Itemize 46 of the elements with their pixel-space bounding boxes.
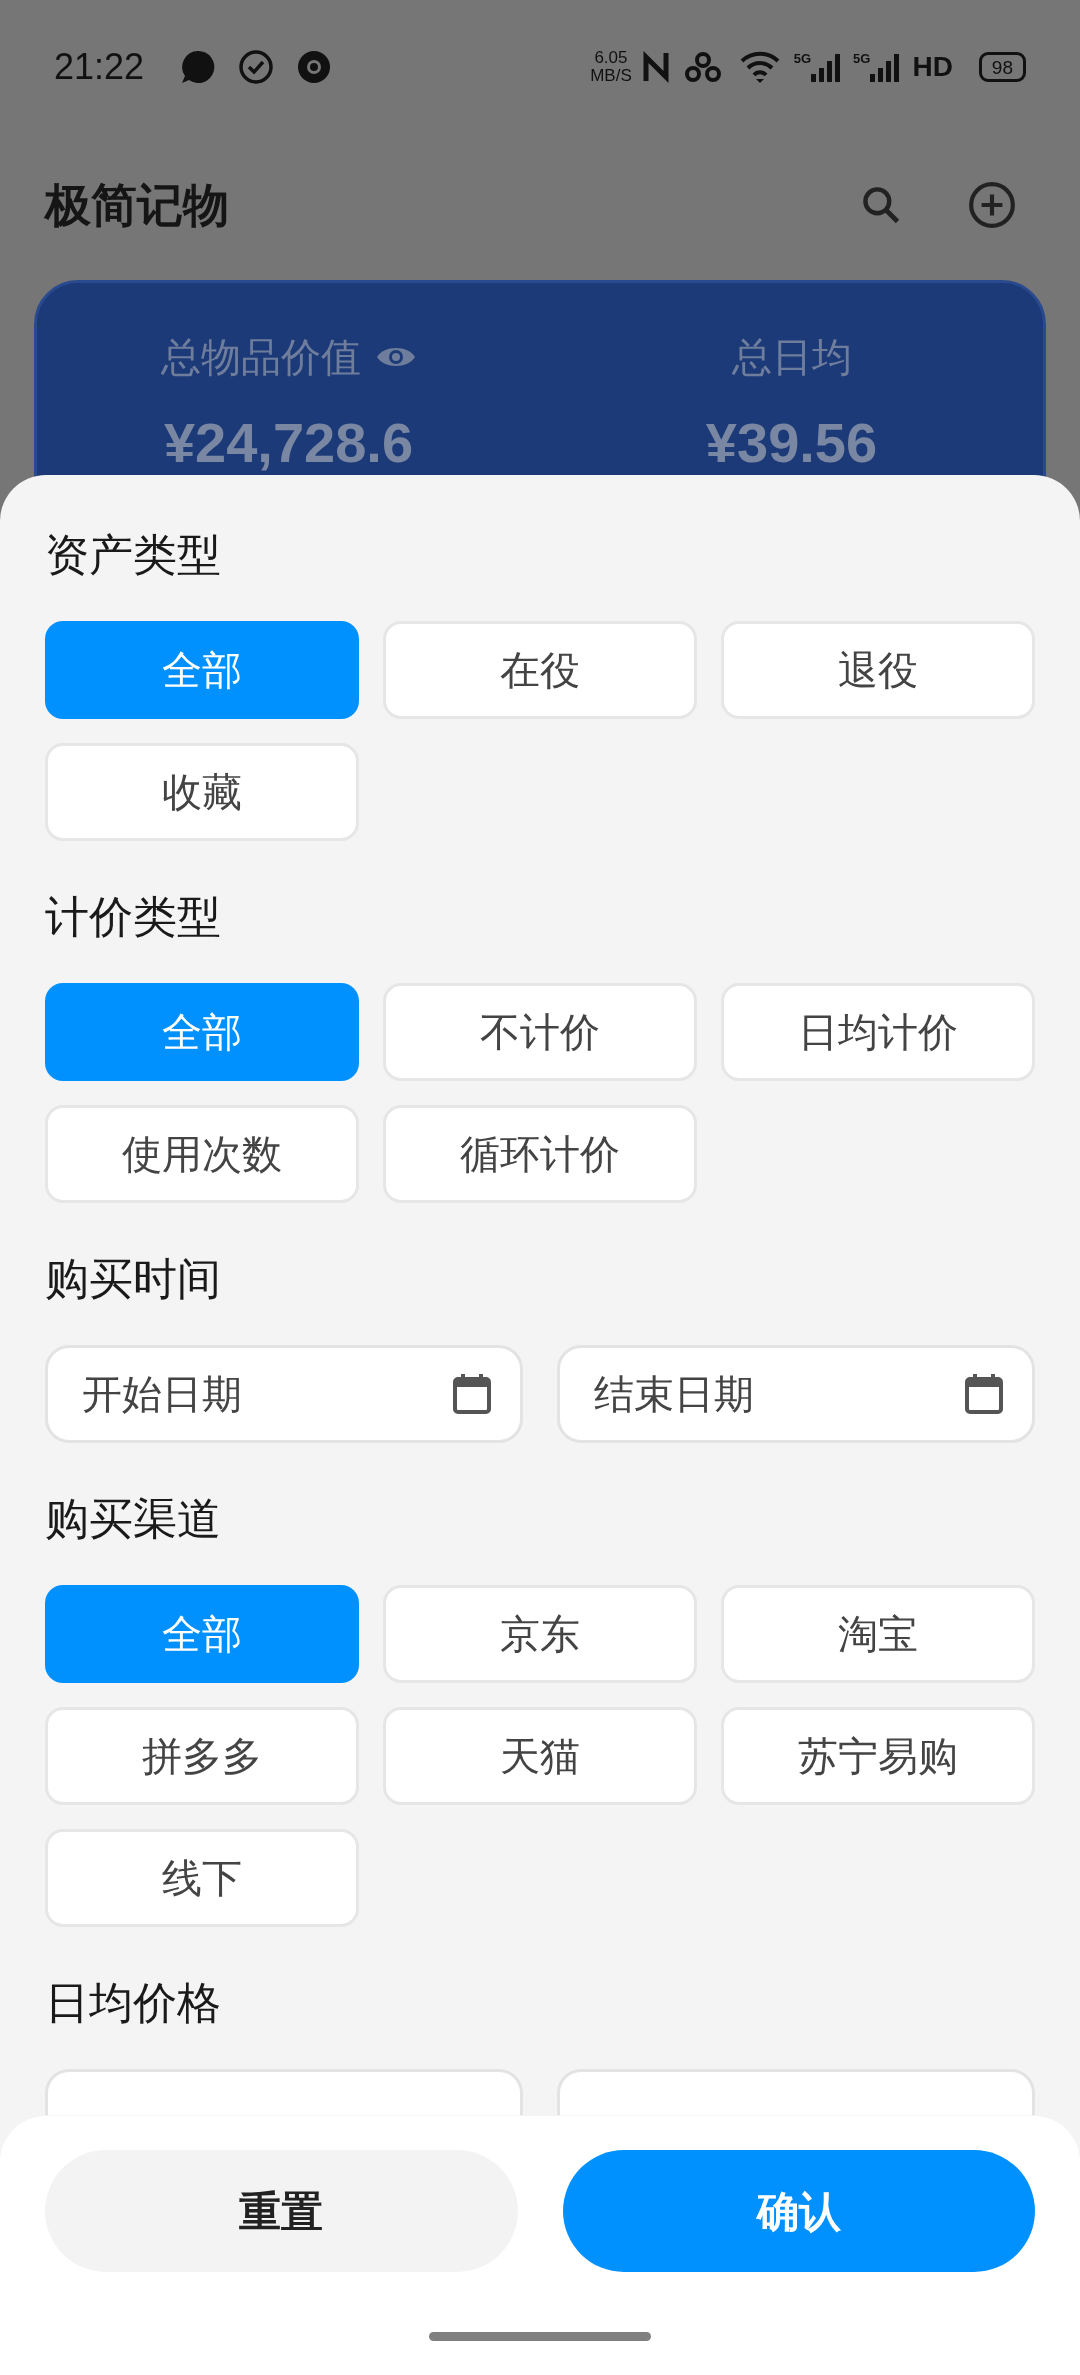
section-title: 日均价格 [45, 1977, 222, 2029]
speed-unit: MB/S [590, 67, 632, 85]
filter-chip[interactable]: 天猫 [383, 1707, 697, 1805]
calendar-icon [453, 1374, 491, 1414]
filter-chip[interactable]: 退役 [721, 621, 1035, 719]
input-field[interactable] [45, 2069, 523, 2115]
section-title: 购买时间 [45, 1253, 222, 1305]
section-title: 购买渠道 [45, 1493, 222, 1545]
hotspot-icon [683, 51, 722, 83]
filter-chip[interactable]: 京东 [383, 1585, 697, 1683]
input-field[interactable] [557, 2069, 1035, 2115]
filter-chip[interactable]: 拼多多 [45, 1707, 359, 1805]
date-field[interactable]: 开始日期 [45, 1345, 523, 1443]
signal-icon [870, 52, 901, 82]
check-circle-icon [238, 49, 275, 85]
hd-indicator: HD [912, 50, 953, 84]
speed-value: 6.05 [594, 49, 628, 67]
battery-indicator: 98 [978, 52, 1026, 82]
filter-chip[interactable]: 苏宁易购 [721, 1707, 1035, 1805]
network-type: 5G [853, 52, 871, 66]
browser-icon [296, 49, 333, 85]
status-time: 21:22 [54, 45, 145, 89]
section-title: 资产类型 [45, 529, 222, 581]
filter-chip[interactable]: 日均计价 [721, 983, 1035, 1081]
filter-chip[interactable]: 在役 [383, 621, 697, 719]
stat-label: 总物品价值 [160, 334, 361, 381]
stat-label: 总日均 [731, 334, 852, 381]
section-title: 计价类型 [45, 891, 222, 943]
date-field[interactable]: 结束日期 [557, 1345, 1035, 1443]
stat-value: ¥39.56 [705, 410, 878, 476]
signal-icon [811, 52, 842, 82]
stat-value: ¥24,728.6 [163, 410, 414, 476]
network-type: 5G [793, 52, 812, 66]
calendar-icon [965, 1374, 1003, 1414]
chat-icon [180, 49, 217, 85]
filter-chip[interactable]: 线下 [45, 1829, 359, 1927]
reset-button[interactable]: 重置 [45, 2150, 518, 2272]
add-icon[interactable] [967, 180, 1017, 230]
filter-chip[interactable]: 使用次数 [45, 1105, 359, 1203]
filter-chip[interactable]: 淘宝 [721, 1585, 1035, 1683]
app-title: 极简记物 [45, 177, 230, 233]
filter-chip[interactable]: 循环计价 [383, 1105, 697, 1203]
wifi-icon [739, 51, 780, 83]
nfc-icon [641, 51, 670, 83]
filter-chip[interactable]: 收藏 [45, 743, 359, 841]
filter-chip[interactable]: 不计价 [383, 983, 697, 1081]
